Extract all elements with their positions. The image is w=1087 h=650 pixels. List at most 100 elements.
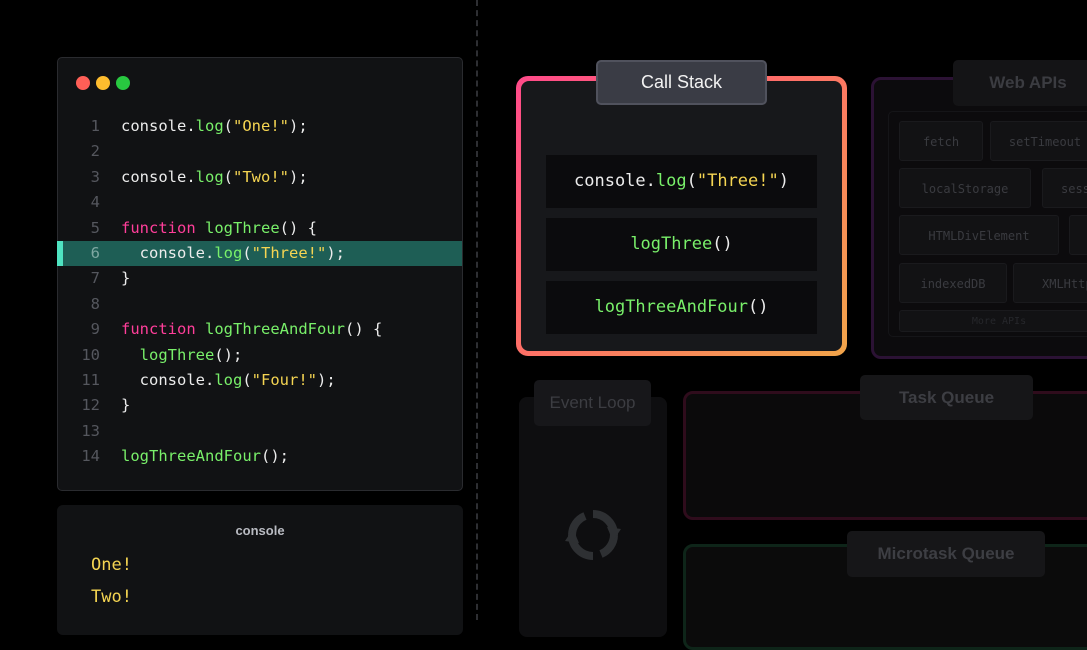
code-text: } [121,266,130,291]
line-number: 3 [90,167,100,186]
web-api-item: indexedDB [899,263,1007,303]
frame-token: logThreeAndFour [594,297,749,317]
line-number: 12 [81,396,100,415]
line-number: 4 [90,193,100,212]
code-text: console.log("Four!"); [121,368,336,393]
close-dot-icon[interactable] [76,76,90,90]
code-line: 9 function logThreeAndFour() { [58,317,462,342]
console-title: console [235,523,285,538]
line-number: 9 [90,320,100,339]
event-loop-title: Event Loop [534,380,651,426]
code-token: logThree [205,218,280,237]
code-line: 11 console.log("Four!"); [58,368,462,393]
code-token: ); [326,243,345,262]
frame-token: ( [686,171,697,191]
code-token: ( [242,243,252,262]
code-line: 3 console.log("Two!"); [58,165,462,190]
code-token: log [195,167,224,186]
call-stack-frame: logThree() [546,218,817,271]
code-token: logThree [139,345,215,364]
microtask-queue-title: Microtask Queue [847,531,1045,577]
web-apis-title: Web APIs [953,60,1087,106]
code-editor: 1 console.log("One!"); 2 3 console.log("Two!… [57,57,463,491]
code-text: console.log("Two!"); [121,165,308,190]
frame-token: log [655,171,687,191]
line-number: 8 [90,294,100,313]
code-token: "Two!" [233,167,289,186]
minimize-dot-icon[interactable] [96,76,110,90]
code-line: 4 [58,190,462,215]
code-text: console.log("One!"); [121,114,308,139]
code-line: 1 console.log("One!"); [58,114,462,139]
code-text: console.log("Three!"); [121,241,345,266]
code-token: function [121,218,196,237]
line-number: 14 [81,447,100,466]
code-line: 13 [58,419,462,444]
line-number: 6 [90,243,100,262]
code-token: "Three!" [251,243,327,262]
console-panel: console One! Two! [57,505,463,635]
code-token: (); [214,345,243,364]
web-api-item: sessionStorage [1042,168,1087,208]
maximize-dot-icon[interactable] [116,76,130,90]
refresh-loop-icon [565,510,621,560]
line-number: 11 [81,370,100,389]
code-line: 8 [58,292,462,317]
code-line: 2 [58,139,462,164]
line-number: 10 [81,345,100,364]
web-api-item: More APIs [899,310,1087,332]
code-token: logThreeAndFour [205,320,345,339]
code-text: logThree(); [121,343,243,368]
code-token: ( [223,167,233,186]
code-line: 5 function logThree() { [58,216,462,241]
code-token: "Four!" [251,370,317,389]
frame-token: "Three!" [696,171,779,191]
code-token: log [195,117,224,135]
code-text: function logThreeAndFour() { [121,317,382,342]
task-queue-title: Task Queue [860,375,1033,420]
code-token: ( [223,117,233,135]
code-line-highlighted: 6 console.log("Three!"); [57,240,462,267]
frame-token: () [748,297,769,317]
code-token: log [214,243,243,262]
line-number: 5 [90,218,100,237]
code-token: log [214,370,243,389]
web-api-item [1069,215,1087,255]
code-token: ); [289,167,308,186]
call-stack-frame: console.log("Three!") [546,155,817,208]
code-token: () { [344,320,383,339]
call-stack-title: Call Stack [596,60,767,105]
frame-token: logThree [630,234,713,254]
code-token: console. [121,167,196,186]
line-number: 1 [90,117,100,135]
code-token: function [121,320,196,339]
code-text: function logThree() { [121,216,317,241]
code-line: 7} [58,266,462,291]
section-divider [476,0,478,620]
code-token: ); [317,370,336,389]
console-output-line: Two! [91,587,132,607]
console-output-line: One! [91,555,132,575]
frame-token: () [712,234,733,254]
code-token: console. [121,117,196,135]
web-api-item: XMLHttpRequest [1013,263,1087,303]
web-api-item: setTimeout [990,121,1087,161]
code-token: console. [121,370,215,389]
web-api-item: localStorage [899,168,1031,208]
line-number: 13 [81,421,100,440]
code-line: 10 logThree(); [58,343,462,368]
code-text: logThreeAndFour(); [121,444,289,469]
web-api-item: fetch [899,121,983,161]
code-token: (); [260,447,289,466]
call-stack-frame: logThreeAndFour() [546,281,817,334]
line-number: 2 [90,142,100,161]
code-line: 12} [58,393,462,418]
code-token: ); [289,117,308,135]
code-token: } [121,396,131,415]
code-token: logThreeAndFour [121,447,261,466]
code-token: } [121,269,131,288]
code-token: ( [242,370,252,389]
